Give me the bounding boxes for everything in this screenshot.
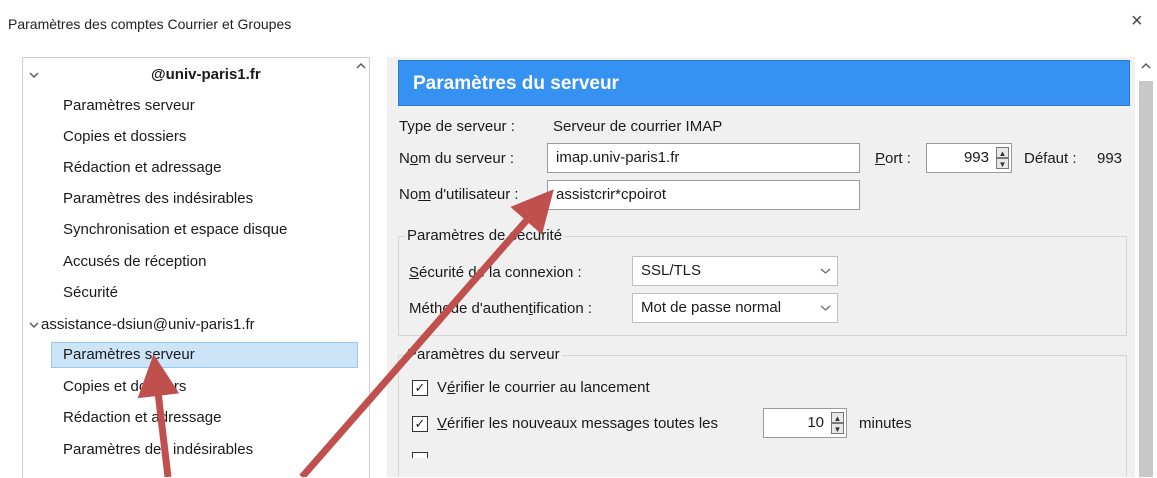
tree-item-copies-dossiers[interactable]: Copies et dossiers [63,124,186,150]
check-interval-checkbox[interactable]: ✓ [412,416,428,432]
server-settings-legend: Paramètres du serveur [405,346,562,363]
check-on-startup-label: Vérifier le courrier au lancement [437,379,650,396]
server-type-value: Serveur de courrier IMAP [553,118,723,135]
chevron-down-icon [820,294,831,322]
server-type-label: Type de serveur : [399,118,515,135]
tree-item-synchronisation[interactable]: Synchronisation et espace disque [63,217,287,243]
tree-item-securite[interactable]: Sécurité [63,280,118,306]
tree-item-redaction[interactable]: Rédaction et adressage [63,155,221,181]
tree-item-parametres-serveur-selected[interactable]: Paramètres serveur [51,342,358,368]
pane-header: Paramètres du serveur [398,60,1130,106]
tree-account-1[interactable]: @univ-paris1.fr [29,62,261,88]
account-name: @univ-paris1.fr [151,66,261,83]
chevron-down-icon [820,257,831,285]
scroll-up-icon[interactable] [356,61,366,73]
stepper-up-icon[interactable]: ▲ [831,412,844,423]
account-name: assistance-dsiun@univ-paris1.fr [41,316,255,333]
stepper-up-icon[interactable]: ▲ [996,147,1009,158]
interval-stepper[interactable]: 10 ▲ ▼ [763,408,847,438]
tree-item-indesirables[interactable]: Paramètres des indésirables [63,186,253,212]
security-legend: Paramètres de sécurité [405,227,565,244]
check-interval-label: Vérifier les nouveaux messages toutes le… [437,415,718,432]
default-label: Défaut : [1024,150,1077,167]
connection-security-select[interactable]: SSL/TLS [632,256,838,286]
default-value: 993 [1097,150,1123,167]
check-on-startup-checkbox[interactable]: ✓ [412,380,428,396]
interval-unit: minutes [859,415,912,432]
chevron-down-icon[interactable] [29,62,45,88]
port-label: Port : [875,150,911,167]
scroll-up-icon[interactable] [1141,61,1151,73]
tree-item-accuses[interactable]: Accusés de réception [63,249,206,275]
auth-method-label: Méthode d'authentification : [409,300,593,317]
username-label: Nom d'utilisateur : [399,186,519,203]
tree-item-copies-dossiers[interactable]: Copies et dossiers [63,374,186,400]
tree-item-parametres-serveur[interactable]: Paramètres serveur [63,93,195,119]
partial-checkbox[interactable] [412,452,428,458]
port-stepper[interactable]: 993 ▲ ▼ [926,143,1012,173]
server-name-input[interactable]: imap.univ-paris1.fr [547,143,860,173]
tree-item-redaction[interactable]: Rédaction et adressage [63,405,221,431]
stepper-down-icon[interactable]: ▼ [996,158,1009,169]
auth-method-select[interactable]: Mot de passe normal [632,293,838,323]
tree-scrollbar[interactable] [356,57,368,477]
close-icon[interactable]: × [1131,10,1143,33]
tree-account-2[interactable]: assistance-dsiun@univ-paris1.fr [29,312,255,338]
pane-scrollbar[interactable] [1137,57,1157,477]
stepper-down-icon[interactable]: ▼ [831,423,844,434]
chevron-down-icon[interactable] [29,312,41,338]
window-title: Paramètres des comptes Courrier et Group… [8,16,292,32]
account-tree: @univ-paris1.fr Paramètres serveur Copie… [22,57,370,478]
server-name-label: Nom du serveur : [399,150,515,167]
username-input[interactable]: assistcrir*cpoirot [547,180,860,210]
tree-item-indesirables[interactable]: Paramètres des indésirables [63,437,253,463]
connection-security-label: Sécurité de la connexion : [409,264,582,281]
scrollbar-thumb[interactable] [1139,81,1153,477]
